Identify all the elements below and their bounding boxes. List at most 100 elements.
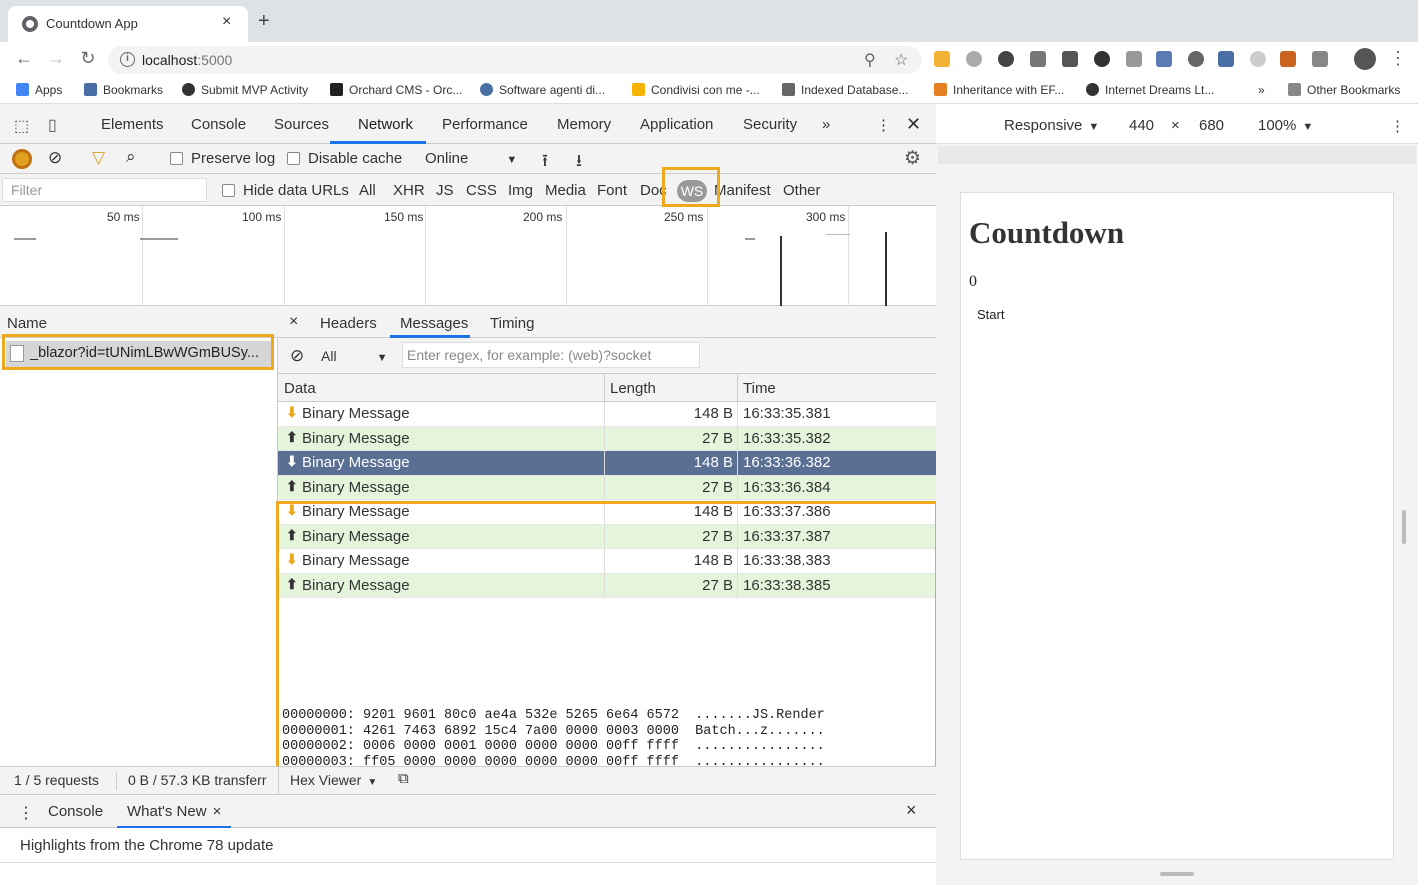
resize-handle-right[interactable] xyxy=(1402,510,1406,544)
filter-font[interactable]: Font xyxy=(597,182,627,199)
message-filter-input[interactable]: Enter regex, for example: (web)?socket xyxy=(402,342,700,368)
browser-tab[interactable]: Countdown App × xyxy=(8,6,248,42)
extension-icon[interactable] xyxy=(1218,51,1234,67)
message-row[interactable]: ⬆ Binary Message 27 B 16:33:36.384 xyxy=(278,475,936,500)
media-query-ruler[interactable] xyxy=(938,146,1416,164)
tab-console[interactable]: Console xyxy=(191,116,246,133)
more-vert-icon[interactable]: ⋮ xyxy=(1390,117,1405,135)
preserve-log-checkbox[interactable]: Preserve log xyxy=(170,150,275,167)
bookmark-inheritance[interactable]: Inheritance with EF... xyxy=(934,83,1064,97)
extension-icon[interactable] xyxy=(1250,51,1266,67)
extension-icon[interactable] xyxy=(1156,51,1172,67)
filter-img[interactable]: Img xyxy=(508,182,533,199)
clear-icon[interactable]: ⊘ xyxy=(48,148,62,168)
throttle-select[interactable]: Online ▼ xyxy=(425,150,517,167)
filter-xhr[interactable]: XHR xyxy=(393,182,425,199)
message-row[interactable]: ⬇ Binary Message 148 B 16:33:36.382 xyxy=(278,451,936,476)
extension-icon[interactable] xyxy=(1280,51,1296,67)
hide-data-urls-checkbox[interactable]: Hide data URLs xyxy=(222,182,349,199)
more-vert-icon[interactable]: ⋮ xyxy=(1386,48,1410,69)
device-mode-select[interactable]: Responsive ▼ xyxy=(1004,117,1099,134)
time-column-header[interactable]: Time xyxy=(743,380,776,397)
extension-icon[interactable] xyxy=(1030,51,1046,67)
bookmark-condivisi[interactable]: Condivisi con me -... xyxy=(632,83,760,97)
message-type-select[interactable]: All ▼ xyxy=(321,348,387,364)
extension-icon[interactable] xyxy=(1312,51,1328,67)
extension-icon[interactable] xyxy=(934,51,950,67)
bookmark-software[interactable]: Software agenti di... xyxy=(480,83,605,97)
drawer-menu-icon[interactable]: ⋮ xyxy=(18,803,34,823)
filter-media[interactable]: Media xyxy=(545,182,586,199)
info-icon[interactable]: i xyxy=(120,52,135,67)
close-tab-icon[interactable]: × xyxy=(222,13,231,31)
tab-headers[interactable]: Headers xyxy=(320,315,377,332)
close-detail-icon[interactable]: × xyxy=(289,313,298,331)
filter-icon[interactable]: ▽ xyxy=(92,148,105,168)
name-column-header[interactable]: Name xyxy=(7,315,47,332)
record-icon[interactable] xyxy=(12,149,32,169)
data-column-header[interactable]: Data xyxy=(284,380,316,397)
zoom-icon[interactable]: ⚲ xyxy=(864,50,876,70)
message-row[interactable]: ⬆ Binary Message 27 B 16:33:35.382 xyxy=(278,426,936,451)
bookmark-indexed-db[interactable]: Indexed Database... xyxy=(782,83,908,97)
filter-css[interactable]: CSS xyxy=(466,182,497,199)
close-devtools-icon[interactable]: ✕ xyxy=(906,114,921,135)
extension-icon[interactable] xyxy=(966,51,982,67)
export-har-icon[interactable]: ⭳ xyxy=(576,148,582,177)
start-button[interactable]: Start xyxy=(969,305,1013,324)
tab-security[interactable]: Security xyxy=(743,116,797,133)
viewer-select[interactable]: Hex Viewer ▼ xyxy=(290,772,377,788)
copy-icon[interactable]: ⧉ xyxy=(398,770,409,787)
bookmark-internet-dreams[interactable]: Internet Dreams Lt... xyxy=(1086,83,1214,97)
bookmark-apps[interactable]: Apps xyxy=(16,83,62,97)
extension-icon[interactable] xyxy=(1188,51,1204,67)
filter-ws[interactable]: WS xyxy=(677,180,707,202)
height-input[interactable]: 680 xyxy=(1199,117,1224,134)
bookmark-submit-mvp[interactable]: Submit MVP Activity xyxy=(182,83,308,97)
import-har-icon[interactable]: ⭱ xyxy=(542,148,548,177)
address-bar[interactable]: i localhost:5000 ⚲ ☆ xyxy=(108,46,922,74)
tab-elements[interactable]: Elements xyxy=(101,116,164,133)
tab-network[interactable]: Network xyxy=(358,116,413,133)
filter-manifest[interactable]: Manifest xyxy=(714,182,771,199)
filter-other[interactable]: Other xyxy=(783,182,821,199)
disable-cache-checkbox[interactable]: Disable cache xyxy=(287,150,402,167)
resize-handle-bottom[interactable] xyxy=(1160,872,1194,876)
avatar[interactable] xyxy=(1354,48,1376,70)
tab-application[interactable]: Application xyxy=(640,116,713,133)
settings-gear-icon[interactable]: ⚙ xyxy=(904,147,921,170)
inspect-icon[interactable]: ⬚ xyxy=(14,116,29,136)
extension-icon[interactable] xyxy=(1094,51,1110,67)
drawer-tab-whats-new[interactable]: What's New × xyxy=(127,803,221,820)
forward-arrow-icon[interactable]: → xyxy=(44,48,68,69)
tab-sources[interactable]: Sources xyxy=(274,116,329,133)
drawer-tab-console[interactable]: Console xyxy=(48,803,103,820)
close-drawer-icon[interactable]: × xyxy=(906,800,917,821)
back-arrow-icon[interactable]: ← xyxy=(12,48,36,69)
bookmark-orchard[interactable]: Orchard CMS - Orc... xyxy=(330,83,462,97)
message-row[interactable]: ⬇ Binary Message 148 B 16:33:35.381 xyxy=(278,402,936,427)
device-toggle-icon[interactable]: ▯ xyxy=(48,115,57,135)
filter-js[interactable]: JS xyxy=(436,182,454,199)
tab-messages[interactable]: Messages xyxy=(400,315,468,332)
clear-messages-icon[interactable]: ⊘ xyxy=(290,346,304,366)
filter-input[interactable]: Filter xyxy=(2,178,207,202)
search-icon[interactable]: ⌕ xyxy=(126,147,136,167)
bookmarks-overflow[interactable]: » xyxy=(1258,83,1265,97)
tab-performance[interactable]: Performance xyxy=(442,116,528,133)
new-tab-button[interactable]: + xyxy=(258,10,270,33)
more-vert-icon[interactable]: ⋮ xyxy=(876,116,891,134)
width-input[interactable]: 440 xyxy=(1129,117,1154,134)
url-text[interactable]: localhost:5000 xyxy=(142,52,232,68)
star-icon[interactable]: ☆ xyxy=(894,50,908,70)
extension-icon[interactable] xyxy=(998,51,1014,67)
reload-icon[interactable]: ↻ xyxy=(76,48,100,69)
length-column-header[interactable]: Length xyxy=(610,380,656,397)
extension-icon[interactable] xyxy=(1062,51,1078,67)
tab-timing[interactable]: Timing xyxy=(490,315,534,332)
tab-memory[interactable]: Memory xyxy=(557,116,611,133)
zoom-select[interactable]: 100% ▼ xyxy=(1258,117,1313,134)
bookmark-bookmarks[interactable]: Bookmarks xyxy=(84,83,163,97)
tabs-overflow[interactable]: » xyxy=(822,116,830,133)
extension-icon[interactable] xyxy=(1126,51,1142,67)
